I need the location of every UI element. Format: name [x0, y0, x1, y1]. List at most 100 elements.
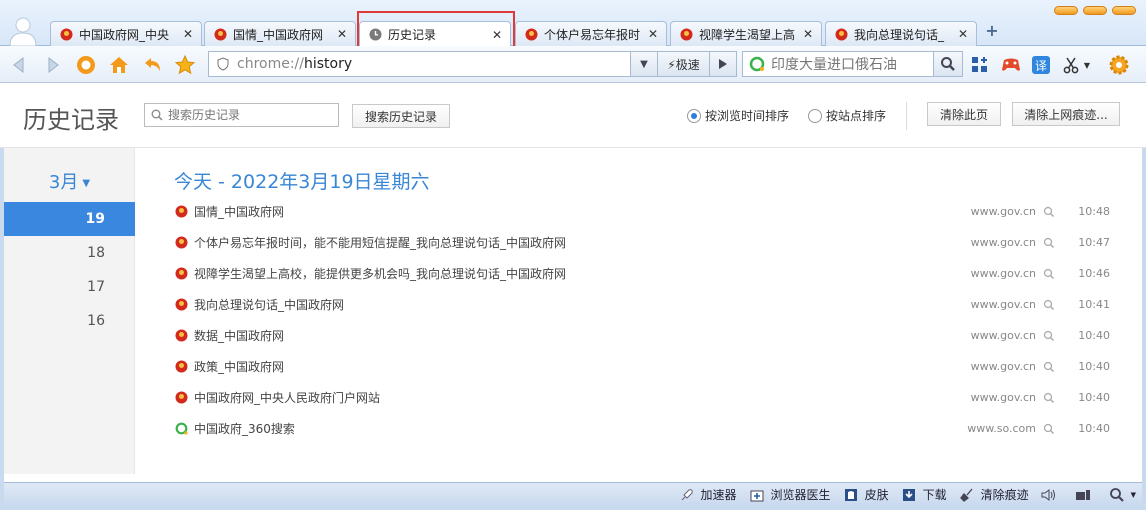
tab-0[interactable]: 中国政府网_中央 ✕ [50, 21, 202, 46]
tab-5[interactable]: 我向总理说句话_ ✕ [825, 21, 977, 46]
back-arrow-icon [13, 56, 24, 74]
tab-3[interactable]: 个体户易忘年报时 ✕ [515, 21, 667, 46]
scissors-icon [1063, 57, 1079, 74]
sidebar-day-16[interactable]: 16 [4, 304, 135, 338]
shirt-icon [843, 487, 859, 503]
search-placeholder: 印度大量进口俄石油 [771, 57, 897, 73]
magnifier-icon [941, 57, 955, 71]
so-search-icon [743, 56, 771, 72]
address-dropdown-button[interactable]: ▼ [631, 51, 658, 77]
broom-icon [959, 487, 975, 503]
tab-close-icon[interactable]: ✕ [646, 27, 660, 41]
history-search-input[interactable] [168, 108, 328, 122]
search-site-icon[interactable] [1043, 268, 1055, 280]
maximize-button[interactable] [1083, 6, 1107, 15]
history-row[interactable]: 中国政府网_中央人民政府门户网站 www.gov.cn 10:40 [174, 382, 1114, 413]
tab-2[interactable]: 历史记录 ✕ [359, 21, 511, 47]
home-button[interactable] [106, 52, 132, 78]
history-row[interactable]: 中国政府_360搜索 www.so.com 10:40 [174, 413, 1114, 444]
screenshot-dropdown[interactable]: ▼ [1080, 52, 1094, 78]
history-entry-time: 10:40 [1078, 422, 1110, 435]
search-site-icon[interactable] [1043, 330, 1055, 342]
date-sidebar: 3月 ▼ 19 18 17 16 [4, 148, 135, 474]
tab-close-icon[interactable]: ✕ [335, 27, 349, 41]
radio-selected[interactable] [687, 108, 701, 123]
search-history-button[interactable]: 搜索历史记录 [352, 104, 450, 128]
tab-close-icon[interactable]: ✕ [181, 27, 195, 41]
radio-unselected[interactable] [808, 108, 822, 123]
tab-close-icon[interactable]: ✕ [956, 27, 970, 41]
history-row[interactable]: 个体户易忘年报时间，能不能用短信提醒_我向总理说句话_中国政府网 www.gov.… [174, 227, 1114, 258]
history-entry-time: 10:48 [1078, 205, 1110, 218]
gov-emblem-icon [59, 27, 73, 41]
sort-by-time-option[interactable]: 按浏览时间排序 [687, 107, 789, 124]
clear-traces-button[interactable]: 清除上网痕迹... [1012, 102, 1120, 126]
download-button[interactable]: 下载 [901, 486, 947, 503]
skin-button[interactable]: 皮肤 [843, 486, 889, 503]
speed-mode-button[interactable]: ⚡极速 [658, 51, 710, 77]
history-row[interactable]: 我向总理说句话_中国政府网 www.gov.cn 10:41 [174, 289, 1114, 320]
go-button[interactable] [710, 51, 737, 77]
history-header: 历史记录 搜索历史记录 按浏览时间排序 按站点排序 清除此页 清除上网痕迹... [0, 84, 1146, 148]
tab-4[interactable]: 视障学生渴望上高 ✕ [670, 21, 822, 46]
tab-close-icon[interactable]: ✕ [490, 28, 504, 42]
address-bar[interactable]: chrome://history [208, 51, 631, 77]
user-avatar-icon[interactable] [6, 14, 40, 47]
sidebar-day-19[interactable]: 19 [4, 202, 135, 236]
tab-close-icon[interactable]: ✕ [801, 27, 815, 41]
favorites-button[interactable] [172, 52, 198, 78]
history-search-field[interactable] [144, 103, 339, 127]
refresh-button[interactable] [73, 52, 99, 78]
search-site-icon[interactable] [1043, 237, 1055, 249]
chevron-down-icon: ▼ [1130, 490, 1136, 499]
search-site-icon[interactable] [1043, 299, 1055, 311]
date-heading: 今天 - 2022年3月19日星期六 [174, 171, 430, 193]
sound-button[interactable] [1041, 487, 1063, 503]
history-row[interactable]: 数据_中国政府网 www.gov.cn 10:40 [174, 320, 1114, 351]
gov-emblem-icon [174, 205, 188, 219]
play-icon [719, 59, 727, 69]
search-box[interactable]: 印度大量进口俄石油 [742, 51, 934, 77]
tab-title: 历史记录 [388, 28, 437, 42]
tab-1[interactable]: 国情_中国政府网 ✕ [204, 21, 356, 46]
forward-button[interactable] [40, 52, 66, 78]
shield-icon [209, 57, 237, 71]
minimize-button[interactable] [1054, 6, 1078, 15]
history-row[interactable]: 政策_中国政府网 www.gov.cn 10:40 [174, 351, 1114, 382]
gov-emblem-icon [213, 27, 227, 41]
undo-close-button[interactable] [139, 52, 165, 78]
accelerator-button[interactable]: 加速器 [679, 486, 737, 503]
translate-button[interactable]: 译 [1028, 52, 1054, 78]
new-tab-button[interactable]: + [983, 22, 1001, 40]
sort-by-site-option[interactable]: 按站点排序 [808, 107, 886, 124]
search-icon [151, 109, 163, 121]
history-entry-domain: www.gov.cn [970, 205, 1036, 218]
status-bar: 加速器 浏览器医生 皮肤 下载 清除痕迹 ▼ [4, 482, 1142, 506]
back-button[interactable] [6, 52, 32, 78]
rocket-icon [679, 487, 695, 503]
close-window-button[interactable] [1112, 6, 1136, 15]
speaker-icon [1041, 487, 1057, 503]
history-row[interactable]: 视障学生渴望上高校，能提供更多机会吗_我向总理说句话_中国政府网 www.gov.… [174, 258, 1114, 289]
search-submit-button[interactable] [934, 51, 963, 77]
clear-page-button[interactable]: 清除此页 [927, 102, 1001, 126]
month-selector[interactable]: 3月 ▼ [4, 168, 135, 194]
history-row[interactable]: 国情_中国政府网 www.gov.cn 10:48 [174, 196, 1114, 227]
computer-button[interactable] [1075, 487, 1097, 503]
clock-icon [368, 28, 382, 42]
browser-doctor-button[interactable]: 浏览器医生 [749, 486, 831, 503]
zoom-button[interactable]: ▼ [1109, 487, 1136, 503]
star-icon [174, 54, 196, 75]
sidebar-day-17[interactable]: 17 [4, 270, 135, 304]
game-button[interactable] [998, 52, 1024, 78]
search-site-icon[interactable] [1043, 206, 1055, 218]
history-entry-time: 10:46 [1078, 267, 1110, 280]
search-site-icon[interactable] [1043, 361, 1055, 373]
history-entry-domain: www.gov.cn [970, 329, 1036, 342]
search-site-icon[interactable] [1043, 392, 1055, 404]
clear-traces-status-button[interactable]: 清除痕迹 [959, 486, 1029, 503]
sidebar-day-18[interactable]: 18 [4, 236, 135, 270]
search-site-icon[interactable] [1043, 423, 1055, 435]
settings-button[interactable] [1106, 52, 1132, 78]
app-grid-button[interactable] [967, 52, 993, 78]
